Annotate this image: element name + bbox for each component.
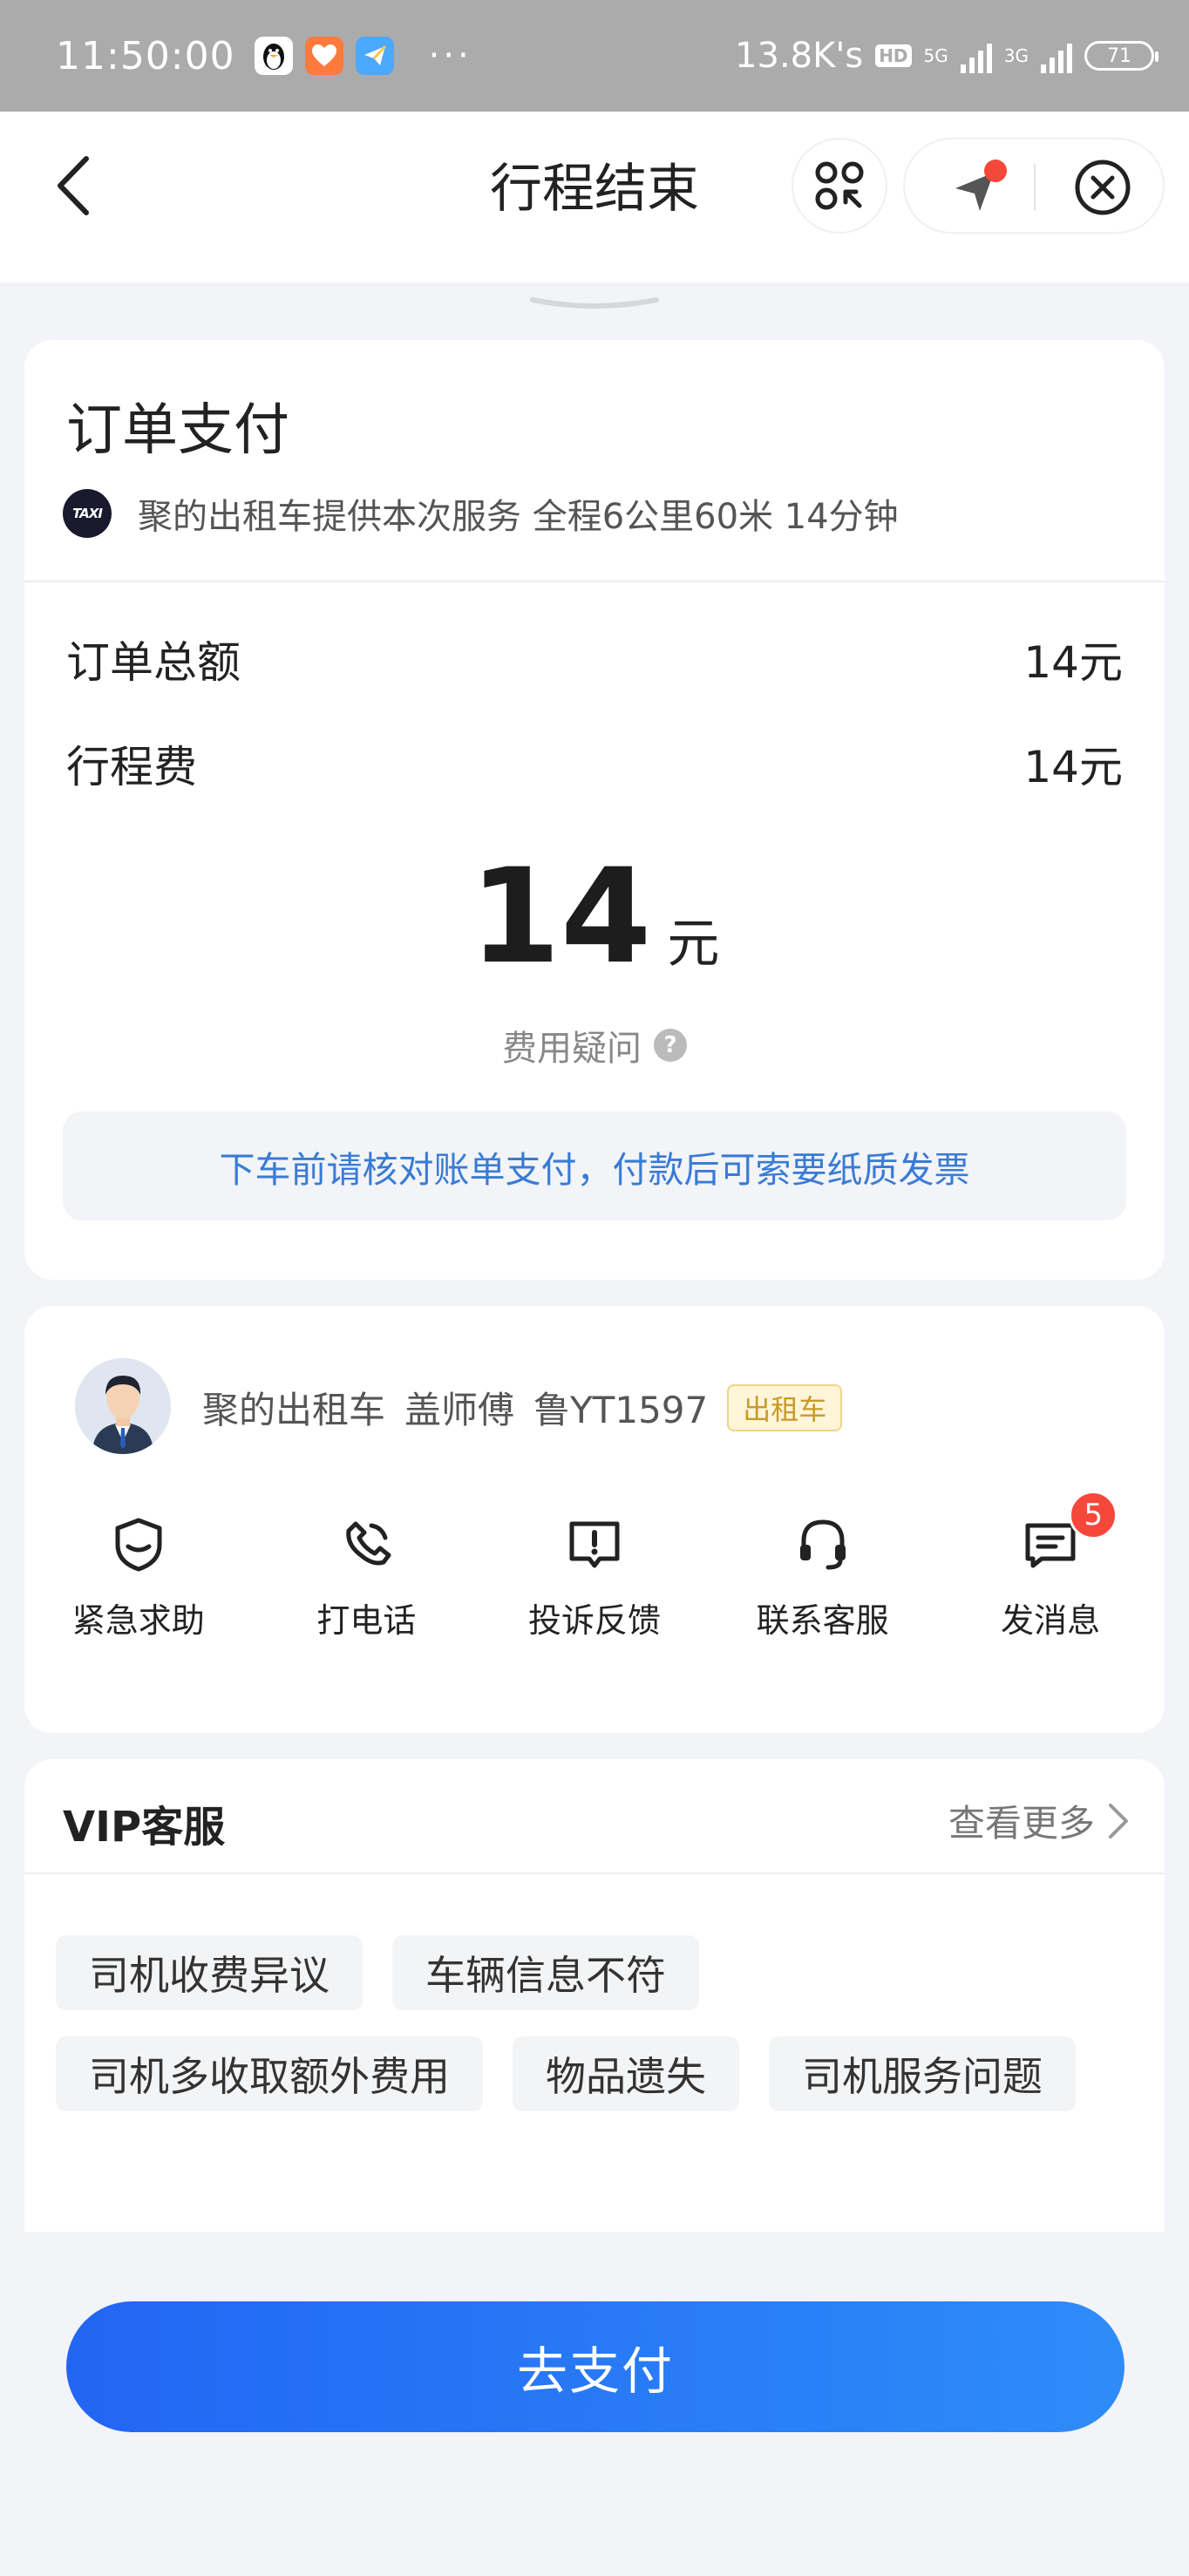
vip-topic-chips: 司机收费异议 车辆信息不符 司机多收取额外费用 物品遗失 司机服务问题 <box>56 1935 1128 2111</box>
scan-button[interactable] <box>792 138 887 234</box>
hd-badge: HD <box>875 44 912 67</box>
fee-question-label: 费用疑问 <box>502 1029 642 1069</box>
order-total-row: 订单总额 14元 <box>66 628 1123 690</box>
view-more-link[interactable]: 查看更多 <box>948 1794 1130 1847</box>
battery-icon: 71 <box>1084 41 1158 71</box>
close-icon <box>1075 160 1131 215</box>
chevron-right-icon <box>1109 1803 1128 1839</box>
driver-avatar[interactable] <box>75 1358 171 1454</box>
location-share-button[interactable] <box>948 159 1009 220</box>
order-total-value: 14元 <box>1023 637 1123 688</box>
status-app-icons <box>254 37 394 75</box>
status-right: 13.8K's HD 5G 3G 71 <box>735 36 1158 76</box>
customer-service-button[interactable]: 联系客服 <box>709 1515 937 1641</box>
qq-penguin-icon <box>254 37 293 75</box>
header-action-pill <box>903 138 1165 234</box>
network-type-2: 3G <box>1003 45 1029 66</box>
payment-title: 订单支付 <box>66 398 289 463</box>
invoice-notice: 下车前请核对账单支付，付款后可索要纸质发票 <box>63 1111 1126 1220</box>
chip-vehicle-mismatch[interactable]: 车辆信息不符 <box>392 1935 699 2010</box>
trip-fee-row: 行程费 14元 <box>66 732 1123 795</box>
top-nav-bar: 行程结束 <box>0 112 1189 282</box>
unread-message-badge: 5 <box>1069 1491 1118 1539</box>
messenger-plane-icon <box>355 37 394 75</box>
status-time: 11:50:00 <box>56 33 235 78</box>
status-more-dots: ··· <box>428 36 472 76</box>
call-label: 打电话 <box>316 1601 417 1640</box>
order-payment-card: 订单支付 TAXI 聚的出租车提供本次服务 全程6公里60米 14分钟 订单总额… <box>24 340 1165 1280</box>
network-type-1: 5G <box>923 45 948 66</box>
call-button[interactable]: 打电话 <box>253 1515 481 1641</box>
trip-summary: TAXI 聚的出租车提供本次服务 全程6公里60米 14分钟 <box>63 488 899 539</box>
help-icon: ? <box>654 1029 687 1062</box>
trip-summary-text: 聚的出租车提供本次服务 全程6公里60米 14分钟 <box>138 497 899 537</box>
scan-apps-icon <box>815 161 864 210</box>
complaint-label: 投诉反馈 <box>527 1601 661 1640</box>
driver-actions: 紧急求助 打电话 投诉反馈 联系客服 5 发消息 <box>24 1491 1165 1641</box>
complaint-icon <box>569 1521 620 1568</box>
order-total-label: 订单总额 <box>66 637 241 688</box>
amount-number: 14 <box>469 841 652 993</box>
chip-extra-charges[interactable]: 司机多收取额外费用 <box>56 2036 483 2111</box>
trip-fee-label: 行程费 <box>66 742 197 792</box>
shield-icon <box>115 1518 162 1572</box>
pill-separator <box>1034 164 1036 211</box>
trip-fee-value: 14元 <box>1023 742 1123 792</box>
vip-title: VIP客服 <box>63 1803 226 1852</box>
complaint-button[interactable]: 投诉反馈 <box>480 1515 709 1641</box>
message-button[interactable]: 5 发消息 <box>936 1491 1165 1641</box>
emergency-button[interactable]: 紧急求助 <box>24 1515 253 1641</box>
payment-amount: 14 元 <box>24 841 1165 993</box>
divider <box>24 581 1165 582</box>
chip-lost-item[interactable]: 物品遗失 <box>513 2036 739 2111</box>
status-bar: 11:50:00 ··· 13.8K's HD 5G 3G 71 <box>0 0 1189 112</box>
view-more-label: 查看更多 <box>948 1802 1095 1845</box>
avatar-image <box>75 1358 171 1454</box>
taxi-logo-icon: TAXI <box>63 489 112 538</box>
drag-handle[interactable] <box>529 296 660 310</box>
pay-button[interactable]: 去支付 <box>66 2301 1124 2432</box>
driver-info: 聚的出租车 盖师傅 鲁YT1597 出租车 <box>202 1381 861 1434</box>
message-label: 发消息 <box>1001 1601 1101 1640</box>
chip-driver-service[interactable]: 司机服务问题 <box>769 2036 1076 2111</box>
chip-fee-dispute[interactable]: 司机收费异议 <box>56 1935 363 2010</box>
fee-question-link[interactable]: 费用疑问 ? <box>24 1020 1165 1071</box>
close-button[interactable] <box>1072 157 1133 218</box>
phone-icon <box>346 1521 391 1566</box>
license-plate: 鲁YT1597 <box>533 1389 709 1431</box>
health-heart-icon <box>304 37 343 75</box>
headset-icon <box>799 1519 846 1570</box>
driver-card: 聚的出租车 盖师傅 鲁YT1597 出租车 紧急求助 打电话 投诉反馈 联系客服… <box>24 1306 1165 1733</box>
signal-bars-icon <box>960 38 992 73</box>
customer-service-label: 联系客服 <box>756 1601 889 1640</box>
emergency-label: 紧急求助 <box>71 1601 205 1640</box>
divider <box>24 1873 1165 1874</box>
signal-bars-icon-2 <box>1041 38 1072 73</box>
driver-name: 盖师傅 <box>404 1389 515 1431</box>
vip-service-card: VIP客服 查看更多 司机收费异议 车辆信息不符 司机多收取额外费用 物品遗失 … <box>24 1759 1165 2232</box>
amount-unit: 元 <box>667 914 720 975</box>
driver-company: 聚的出租车 <box>202 1389 386 1431</box>
network-speed: 13.8K's <box>735 36 864 76</box>
location-arrow-icon <box>955 160 1007 211</box>
vehicle-type-tag: 出租车 <box>727 1383 843 1431</box>
